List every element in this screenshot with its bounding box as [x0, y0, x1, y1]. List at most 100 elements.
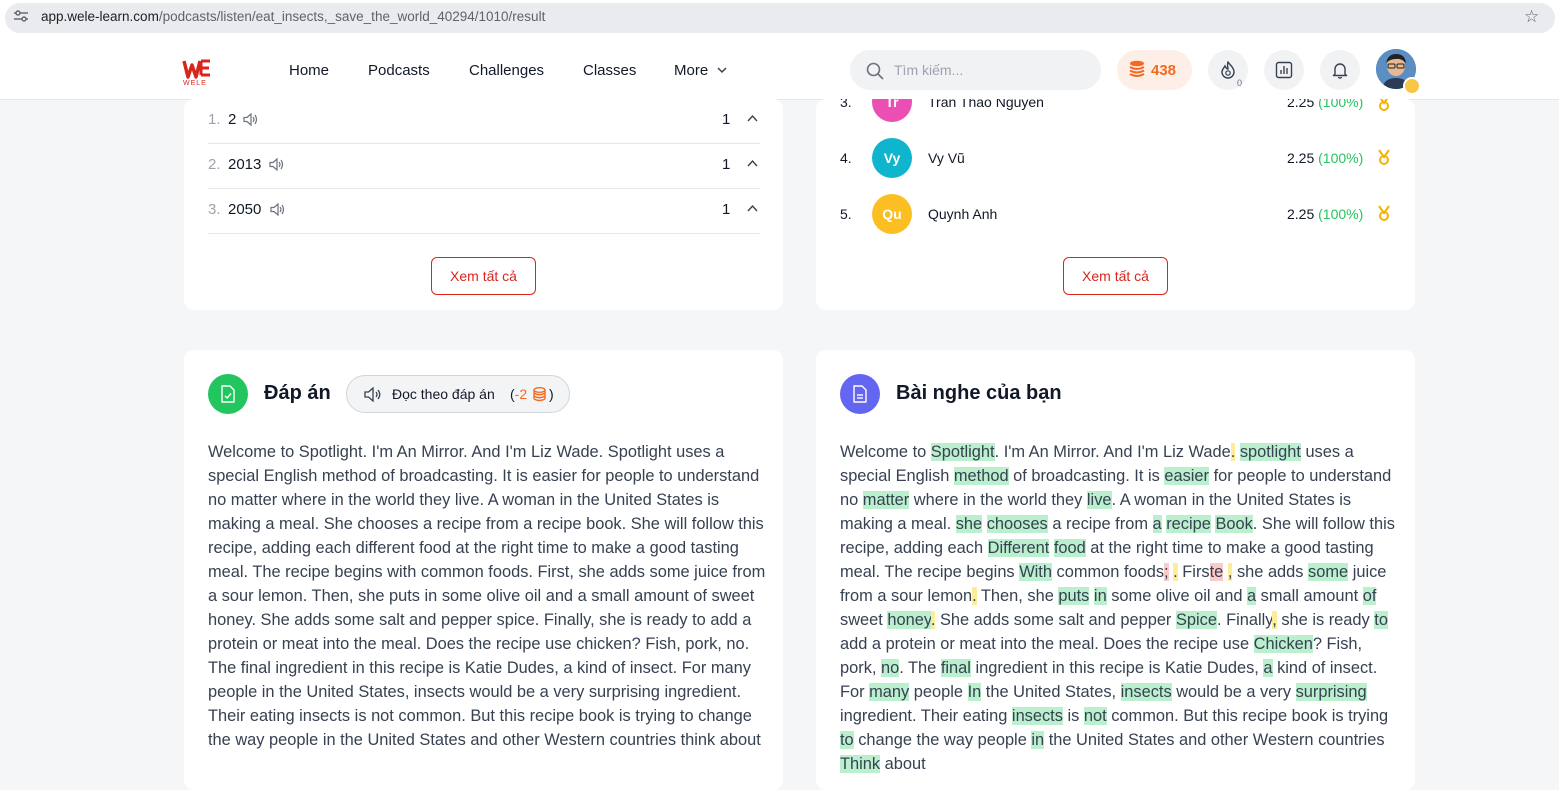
plain-text: people: [909, 683, 968, 701]
plain-text: Then, she: [976, 587, 1059, 605]
matched-word: a: [1263, 659, 1273, 677]
site-settings-icon[interactable]: [14, 10, 28, 22]
plain-text: ingredient in this recipe is Katie Dudes…: [970, 659, 1264, 677]
matched-word: food: [1053, 539, 1086, 557]
matched-word: of: [1362, 587, 1377, 605]
medal-icon: [1378, 205, 1390, 221]
matched-word: some: [1308, 563, 1349, 581]
matched-word: honey: [887, 611, 931, 629]
matched-word: Chicken: [1253, 635, 1313, 653]
chevron-up-icon[interactable]: [747, 204, 758, 212]
document-check-icon: [221, 385, 235, 403]
score-value: 2.25: [1287, 99, 1315, 110]
speaker-icon[interactable]: [243, 113, 258, 126]
url-text[interactable]: app.wele-learn.com/podcasts/listen/eat_i…: [41, 9, 545, 24]
row-value: 2013: [228, 156, 262, 173]
answer-stat-row[interactable]: 2. 2013 1: [208, 143, 760, 189]
coin-stack-icon: [1129, 60, 1145, 77]
read-along-button[interactable]: Đọc theo đáp án (-2 ): [346, 375, 570, 413]
url-path: /podcasts/listen/eat_insects,_save_the_w…: [158, 9, 546, 24]
score-value: 2.25: [1287, 206, 1315, 222]
matched-word: a: [1247, 587, 1257, 605]
row-value: 2: [228, 111, 237, 128]
matched-word: Book: [1215, 515, 1253, 533]
speaker-icon: [364, 387, 381, 402]
nav-home[interactable]: Home: [289, 62, 329, 79]
row-value: 2050: [228, 201, 262, 218]
bookmark-star-icon[interactable]: ☆: [1524, 7, 1539, 27]
plain-text: . I'm An Mirror. And I'm Liz Wade: [994, 443, 1231, 461]
answer-transcript: Welcome to Spotlight. I'm An Mirror. And…: [208, 443, 766, 749]
medal-icon: [1379, 99, 1389, 111]
plain-text: the United States,: [981, 683, 1121, 701]
plain-text: is: [1062, 707, 1084, 725]
matched-word: no: [881, 659, 900, 677]
matched-word: Spice: [1175, 611, 1217, 629]
matched-word: live: [1086, 491, 1112, 509]
url-host: app.wele-learn.com: [41, 9, 159, 24]
cost-value: -2: [514, 386, 528, 402]
nav-classes[interactable]: Classes: [583, 62, 636, 79]
document-icon: [853, 385, 867, 403]
chevron-up-icon[interactable]: [747, 159, 758, 167]
coin-stack-icon: [533, 387, 546, 402]
avatar-initials[interactable]: Vy: [872, 138, 912, 178]
view-all-leaderboard-button[interactable]: Xem tất cả: [1063, 257, 1168, 295]
search-icon: [866, 62, 884, 80]
player-name: Tran Thao Nguyen: [928, 99, 1044, 110]
score-percent: (100%): [1318, 150, 1364, 166]
player-name[interactable]: Vy Vũ: [928, 150, 965, 166]
matched-word: Spotlight: [930, 443, 995, 461]
plain-text: . The: [899, 659, 941, 677]
score-percent: (100%): [1318, 99, 1364, 110]
top-nav: WELE Home Podcasts Challenges Classes Mo…: [0, 40, 1559, 100]
matched-word: spotlight: [1239, 443, 1301, 461]
matched-word: in: [1031, 731, 1045, 749]
search-input[interactable]: [850, 50, 1101, 90]
speaker-icon[interactable]: [269, 158, 284, 171]
matched-word: Think: [840, 755, 881, 773]
user-section-icon: [840, 374, 880, 414]
row-count: 1: [722, 201, 731, 218]
leaderboard-row-clipped[interactable]: 3. Tr Tran Thao Nguyen 2.25 (100%): [816, 99, 1415, 139]
matched-word: puts: [1058, 587, 1090, 605]
plain-text: common foods: [1051, 563, 1165, 581]
answer-stat-row[interactable]: 3. 2050 1: [208, 188, 760, 234]
matched-word: surprising: [1295, 683, 1367, 701]
player-name[interactable]: Quynh Anh: [928, 206, 997, 222]
plain-text: sweet: [840, 611, 888, 629]
player-score: 2.25 (100%): [1287, 206, 1363, 222]
plain-text: some olive oil and: [1106, 587, 1247, 605]
matched-word: recipe: [1166, 515, 1211, 533]
nav-challenges[interactable]: Challenges: [469, 62, 544, 79]
flame-icon: [1221, 61, 1235, 79]
nav-podcasts[interactable]: Podcasts: [368, 62, 430, 79]
cost-close: ): [549, 386, 554, 402]
matched-word: In: [967, 683, 982, 701]
answer-title: Đáp án: [264, 382, 331, 404]
stats-button[interactable]: [1264, 50, 1304, 90]
plain-text: she adds: [1232, 563, 1309, 581]
row-count: 1: [722, 156, 731, 173]
matched-word: insects: [1120, 683, 1172, 701]
chevron-up-icon[interactable]: [747, 114, 758, 122]
rank: 4.: [840, 150, 852, 166]
nav-more[interactable]: More: [674, 62, 708, 79]
matched-word: matter: [862, 491, 910, 509]
answer-stat-row[interactable]: 1. 2 1: [208, 98, 760, 144]
rank: 3.: [840, 99, 852, 110]
answer-section-icon: [208, 374, 248, 414]
speaker-icon[interactable]: [270, 203, 285, 216]
matched-word: to: [840, 731, 854, 749]
notifications-button[interactable]: [1320, 50, 1360, 90]
avatar-initials[interactable]: Qu: [872, 194, 912, 234]
chevron-down-icon[interactable]: [717, 66, 727, 74]
matched-word: not: [1083, 707, 1107, 725]
avatar-initials: Tr: [872, 99, 912, 122]
coins-count: 438: [1151, 62, 1177, 79]
row-number: 2.: [208, 156, 221, 173]
view-all-answers-button[interactable]: Xem tất cả: [431, 257, 536, 295]
matched-word: a: [1152, 515, 1162, 533]
plain-text: . Finally: [1216, 611, 1273, 629]
plain-text: common. But this recipe book is trying: [1106, 707, 1389, 725]
